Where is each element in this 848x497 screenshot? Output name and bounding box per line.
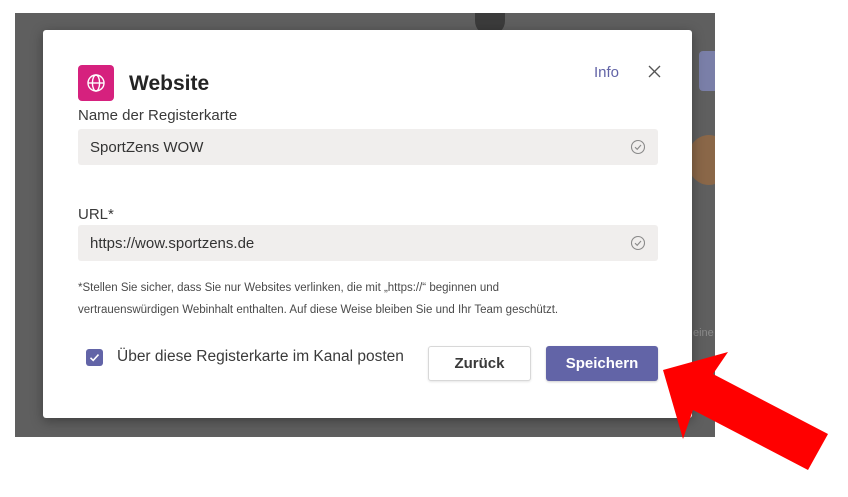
website-tab-dialog: Website Info Name der Registerkarte URL*… xyxy=(43,30,692,418)
https-hint-text: *Stellen Sie sicher, dass Sie nur Websit… xyxy=(78,277,658,321)
post-to-channel-checkbox[interactable]: Über diese Registerkarte im Kanal posten xyxy=(86,348,404,366)
hint-line: vertrauenswürdigen Webinhalt enthalten. … xyxy=(78,304,559,316)
globe-icon xyxy=(78,65,114,101)
tab-name-field-wrapper xyxy=(78,129,658,165)
red-arrow-annotation xyxy=(663,352,828,470)
dialog-title: Website xyxy=(129,72,210,95)
info-link[interactable]: Info xyxy=(594,64,619,81)
url-field-wrapper xyxy=(78,225,658,261)
save-button[interactable]: Speichern xyxy=(546,346,658,381)
post-to-channel-label: Über diese Registerkarte im Kanal posten xyxy=(117,348,404,365)
close-icon xyxy=(648,65,660,77)
tab-name-input[interactable] xyxy=(90,138,630,156)
close-button[interactable] xyxy=(644,61,664,81)
back-button[interactable]: Zurück xyxy=(428,346,531,381)
check-circle-icon xyxy=(630,139,646,155)
check-circle-icon xyxy=(630,235,646,251)
checkbox-checked-icon[interactable] xyxy=(86,348,103,366)
background-tile xyxy=(699,51,715,91)
url-label: URL* xyxy=(78,206,114,223)
url-input[interactable] xyxy=(90,234,630,252)
tab-name-label: Name der Registerkarte xyxy=(78,107,238,124)
hint-line: *Stellen Sie sicher, dass Sie nur Websit… xyxy=(78,282,500,294)
background-partial-text: eine xyxy=(693,327,714,339)
